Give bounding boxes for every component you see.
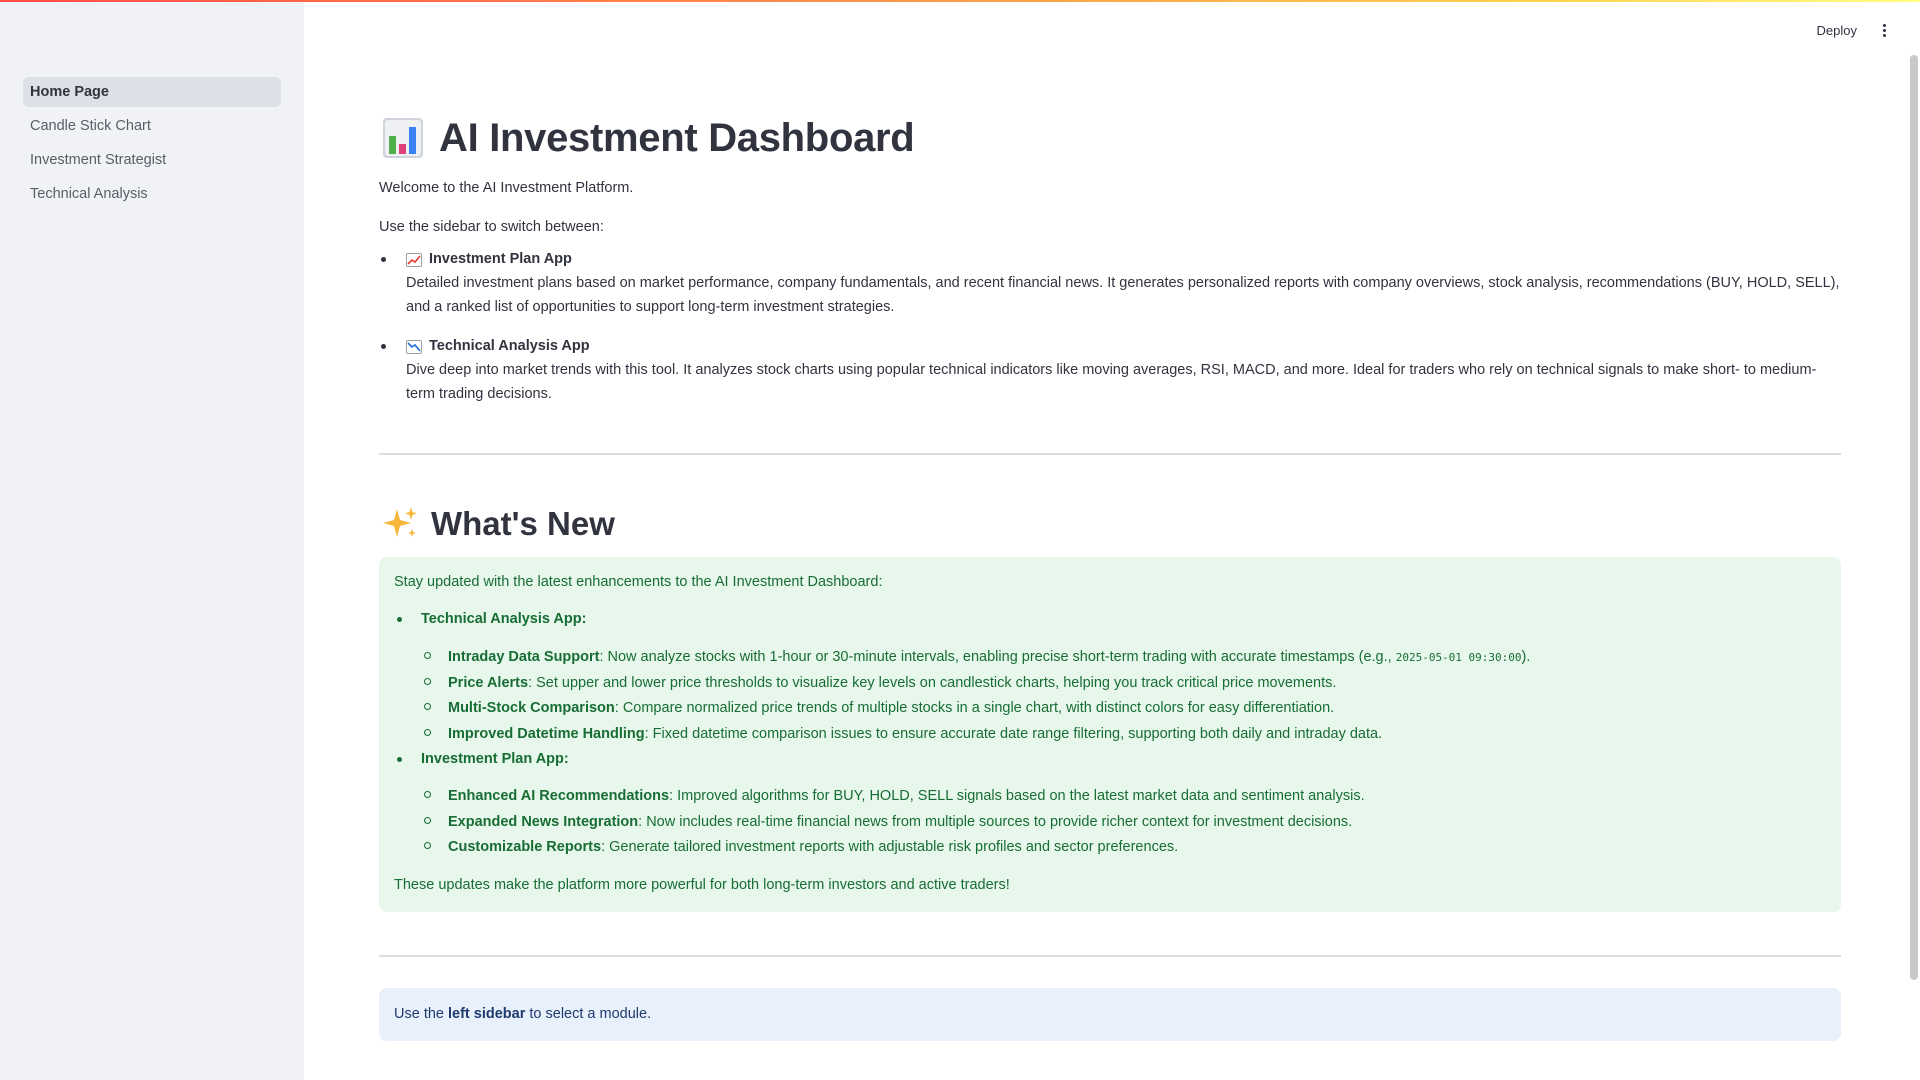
list-item: Intraday Data Support: Now analyze stock… xyxy=(423,646,1531,669)
sidebar: Home Page Candle Stick Chart Investment … xyxy=(0,0,304,1080)
top-decoration-bar xyxy=(0,0,1920,2)
item-text: : Fixed datetime comparison issues to en… xyxy=(644,726,1383,742)
app-title: Investment Plan App xyxy=(406,248,1841,271)
page-title: AI Investment Dashboard xyxy=(381,106,915,170)
chart-decreasing-icon xyxy=(406,339,422,354)
section-title-text: What's New xyxy=(431,505,615,542)
item-title: Intraday Data Support xyxy=(448,649,600,665)
item-text: : Set upper and lower price thresholds t… xyxy=(528,675,1337,691)
deploy-button[interactable]: Deploy xyxy=(1817,23,1857,38)
app-title: Technical Analysis App xyxy=(406,335,1841,358)
app-description: Dive deep into market trends with this t… xyxy=(406,362,1817,403)
list-item: Improved Datetime Handling: Fixed dateti… xyxy=(423,723,1383,746)
page-title-text: AI Investment Dashboard xyxy=(439,116,915,160)
bar-chart-icon xyxy=(383,118,423,158)
section-heading: Investment Plan App xyxy=(421,751,564,767)
item-title: Enhanced AI Recommendations xyxy=(448,788,670,804)
sidebar-item-candle-stick-chart[interactable]: Candle Stick Chart xyxy=(23,111,281,141)
whats-new-box: Stay updated with the latest enhancement… xyxy=(379,557,1841,912)
kebab-menu-icon[interactable] xyxy=(1879,22,1890,39)
app-title-text: Investment Plan App xyxy=(429,251,572,267)
item-title: Improved Datetime Handling xyxy=(448,726,645,742)
item-title: Multi-Stock Comparison xyxy=(448,700,615,716)
scrollbar[interactable] xyxy=(1910,55,1918,980)
item-tail: ). xyxy=(1521,649,1531,665)
list-item: Technical Analysis App: xyxy=(396,608,586,631)
divider xyxy=(379,955,1841,957)
info-text-bold: left sidebar xyxy=(448,1006,526,1022)
welcome-text: Welcome to the AI Investment Platform. xyxy=(379,180,634,196)
sidebar-nav: Home Page Candle Stick Chart Investment … xyxy=(0,77,304,209)
list-item: Enhanced AI Recommendations: Improved al… xyxy=(424,785,1365,808)
item-text: : Now analyze stocks with 1-hour or 30-m… xyxy=(599,649,1396,665)
chart-increasing-icon xyxy=(406,252,422,267)
item-text: : Now includes real-time financial news … xyxy=(638,814,1353,830)
item-title: Customizable Reports xyxy=(448,839,602,855)
item-title: Expanded News Integration xyxy=(448,814,639,830)
item-text: : Generate tailored investment reports w… xyxy=(601,839,1179,855)
list-item: Multi-Stock Comparison: Compare normaliz… xyxy=(423,697,1335,720)
item-text: : Compare normalized price trends of mul… xyxy=(614,700,1335,716)
timestamp-code: 2025-05-01 09:30:00 xyxy=(1395,651,1522,664)
sidebar-item-investment-strategist[interactable]: Investment Strategist xyxy=(23,145,281,175)
section-title: What's New xyxy=(381,498,615,551)
item-title: Price Alerts xyxy=(448,675,529,691)
list-item: Investment Plan App: xyxy=(397,748,569,771)
sparkles-icon xyxy=(383,507,417,538)
info-text-post: to select a module. xyxy=(525,1006,652,1022)
apps-list: Investment Plan App Detailed investment … xyxy=(379,248,1841,422)
info-text-pre: Use the xyxy=(394,1006,448,1022)
item-text: : Improved algorithms for BUY, HOLD, SEL… xyxy=(669,788,1365,804)
list-item: Expanded News Integration: Now includes … xyxy=(423,811,1353,834)
section-heading: Technical Analysis App xyxy=(421,611,582,627)
header-actions: Deploy xyxy=(1817,22,1890,39)
list-item: Investment Plan App Detailed investment … xyxy=(379,248,1841,319)
app-description: Detailed investment plans based on marke… xyxy=(406,275,1840,316)
whats-new-intro: Stay updated with the latest enhancement… xyxy=(394,574,883,590)
app-title-text: Technical Analysis App xyxy=(429,338,590,355)
list-item: Price Alerts: Set upper and lower price … xyxy=(423,672,1337,695)
info-box: Use the left sidebar to select a module. xyxy=(379,988,1841,1041)
sidebar-item-technical-analysis[interactable]: Technical Analysis xyxy=(23,179,281,209)
list-item: Technical Analysis App Dive deep into ma… xyxy=(379,335,1841,406)
whats-new-outro: These updates make the platform more pow… xyxy=(394,877,1010,893)
sidebar-item-home-page[interactable]: Home Page xyxy=(23,77,281,107)
list-item: Customizable Reports: Generate tailored … xyxy=(423,836,1179,859)
sidebar-hint-text: Use the sidebar to switch between: xyxy=(379,219,604,235)
divider xyxy=(379,453,1841,455)
